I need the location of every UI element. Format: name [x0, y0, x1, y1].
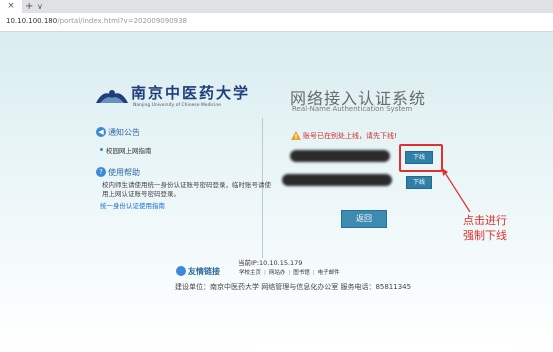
- university-name-en: Nanjing University of Chinese Medicine: [133, 103, 222, 108]
- redacted-account-1: [290, 150, 390, 162]
- help-title: 使用帮助: [108, 168, 140, 177]
- redacted-account-2: [282, 174, 392, 186]
- current-ip: 当前IP:10.10.15.179: [238, 259, 303, 267]
- url-path: /portal/index.html?v=202009090938: [57, 17, 188, 25]
- notice-item-campus-guide[interactable]: 校园网上网指南: [106, 145, 152, 155]
- help-text: 校内师生请使用统一身份认证账号密码登录，临时账号请使用上网认证账号密码登录。: [102, 181, 271, 198]
- notice-icon: ◀: [96, 127, 106, 137]
- university-emblem-icon: [96, 90, 128, 103]
- university-name-cn: 南京中医药大学: [131, 84, 251, 102]
- link-separator: |: [264, 270, 266, 276]
- new-tab-button[interactable]: +: [25, 0, 33, 13]
- annotation-line-2: 强制下线: [463, 229, 507, 242]
- link-library[interactable]: 图书馆: [293, 270, 310, 276]
- link-separator: |: [312, 270, 315, 276]
- friend-links-title: 友情链接: [188, 267, 220, 276]
- bullet-icon: [100, 148, 103, 151]
- help-link-unified-auth[interactable]: 统一身份认证使用指南: [100, 200, 165, 210]
- address-bar[interactable]: 10.10.100.180/portal/index.html?v=202009…: [0, 13, 553, 32]
- warning-icon: [291, 131, 301, 140]
- link-school-home[interactable]: 学校主页: [239, 270, 261, 276]
- link-email[interactable]: 电子邮件: [318, 270, 340, 276]
- back-button[interactable]: 返回: [341, 210, 387, 228]
- annotation-text: 点击进行 强制下线: [463, 213, 507, 243]
- url-host: 10.10.100.180: [6, 17, 58, 25]
- offline-button-2[interactable]: 下线: [406, 176, 432, 189]
- browser-tab-bar: [0, 0, 553, 13]
- help-icon: ?: [96, 167, 106, 177]
- system-subtitle: Real-Name Authentication System: [292, 105, 413, 113]
- notice-title: 通知公告: [108, 128, 140, 137]
- link-network-office[interactable]: 网站办: [269, 270, 286, 276]
- url-text[interactable]: 10.10.100.180/portal/index.html?v=202009…: [6, 17, 187, 25]
- annotation-arrow-icon: [441, 167, 471, 213]
- tab-close-button[interactable]: ×: [0, 0, 22, 13]
- annotation-line-1: 点击进行: [463, 214, 507, 227]
- tab-list-button[interactable]: ∨: [37, 0, 43, 13]
- warning-message: 账号已在别处上线，请先下线!: [303, 132, 397, 140]
- builder-info: 建设单位：南京中医药大学 网络管理与信息化办公室 服务电话：85811345: [175, 283, 412, 291]
- friend-links: 学校主页 | 网站办 | 图书馆 | 电子邮件: [239, 268, 340, 276]
- friend-links-icon: [176, 266, 186, 276]
- link-separator: |: [288, 270, 291, 276]
